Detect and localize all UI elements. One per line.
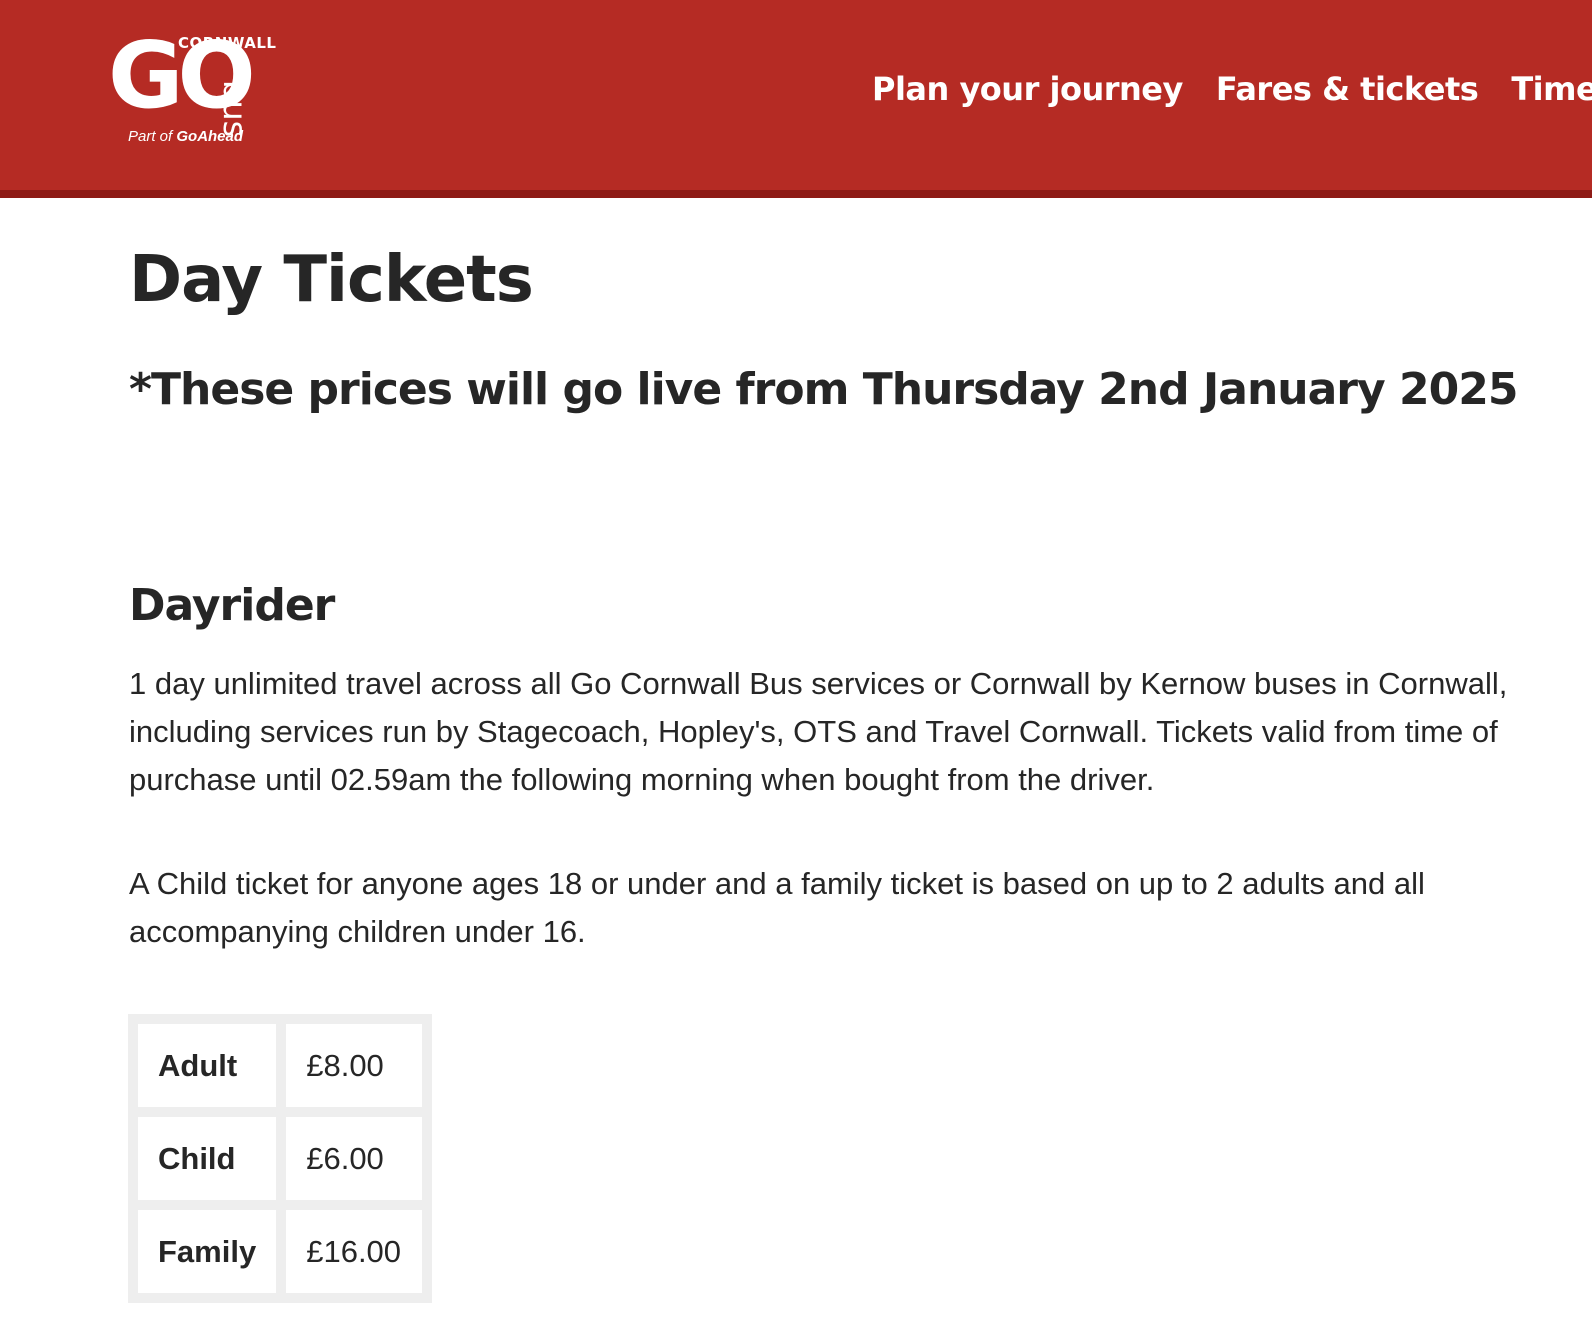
main-nav: Plan your journey Fares & tickets Timeta… xyxy=(872,70,1592,108)
fare-price-cell: £6.00 xyxy=(286,1117,423,1200)
fare-price-cell: £16.00 xyxy=(286,1210,423,1293)
nav-plan-your-journey[interactable]: Plan your journey xyxy=(872,70,1183,108)
section-heading-dayrider: Dayrider xyxy=(129,580,335,631)
fares-table: Adult £8.00 Child £6.00 Family £16.00 xyxy=(128,1014,433,1303)
fare-type-cell: Adult xyxy=(138,1024,277,1107)
logo-part-of: Part of GoAhead xyxy=(128,128,243,145)
table-row: Adult £8.00 xyxy=(138,1024,423,1107)
go-cornwall-bus-logo[interactable]: CORNWALL GO bus Part of GoAhead xyxy=(108,30,288,155)
child-family-info: A Child ticket for anyone ages 18 or und… xyxy=(129,866,1425,949)
fare-type-cell: Family xyxy=(138,1210,277,1293)
nav-timetables[interactable]: Timetab xyxy=(1511,70,1592,108)
table-row: Child £6.00 xyxy=(138,1117,423,1200)
fare-price-cell: £8.00 xyxy=(286,1024,423,1107)
site-header: CORNWALL GO bus Part of GoAhead Plan you… xyxy=(0,0,1592,198)
page-title: Day Tickets xyxy=(129,243,534,317)
fare-type-cell: Child xyxy=(138,1117,277,1200)
table-row: Family £16.00 xyxy=(138,1210,423,1293)
price-notice: *These prices will go live from Thursday… xyxy=(129,364,1518,415)
logo-part-of-label: Part of xyxy=(128,128,173,145)
nav-fares-tickets[interactable]: Fares & tickets xyxy=(1216,70,1479,108)
dayrider-description: 1 day unlimited travel across all Go Cor… xyxy=(129,666,1508,797)
logo-goahead-text: GoAhead xyxy=(176,128,244,145)
